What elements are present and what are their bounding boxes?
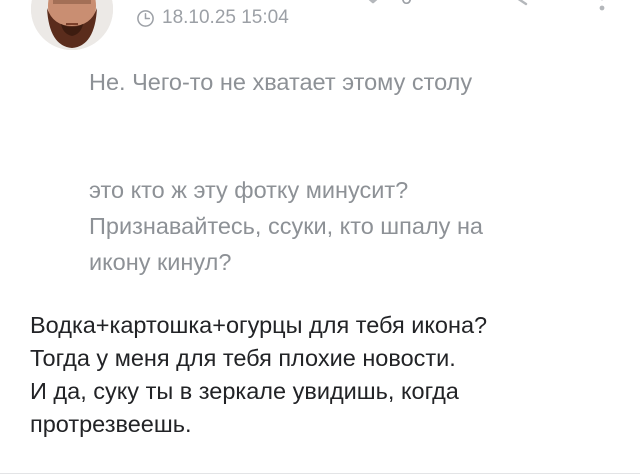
reply-button[interactable] xyxy=(508,0,556,16)
hide-button[interactable] xyxy=(444,0,480,16)
quoted-text-1: Не. Чего-то не хватает этому столу xyxy=(89,69,473,95)
comment-body: Водка+картошка+огурцы для тебя икона? То… xyxy=(30,312,488,437)
comment-timestamp: 18.10.25 15:04 xyxy=(162,7,289,28)
close-icon xyxy=(444,0,480,16)
comment-rating: 0 xyxy=(401,0,412,10)
comment-meta: 18.10.25 15:04 xyxy=(136,6,289,30)
reply-arrow-icon xyxy=(517,0,528,6)
quoted-text-2: это кто ж эту фотку минусит? Признавайте… xyxy=(89,177,483,275)
avatar-image xyxy=(31,0,113,50)
more-vertical-icon xyxy=(599,0,605,11)
clock-icon xyxy=(137,9,154,27)
divider xyxy=(0,473,640,474)
more-button[interactable] xyxy=(592,0,612,22)
chevron-down-icon xyxy=(368,0,378,4)
vote-down-button[interactable] xyxy=(353,0,393,16)
avatar[interactable] xyxy=(31,0,113,50)
